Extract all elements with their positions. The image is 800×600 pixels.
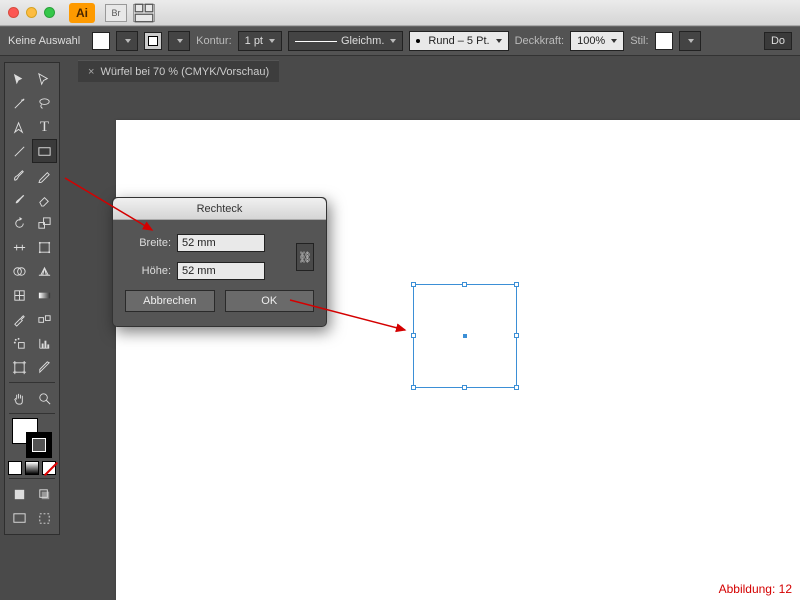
magic-wand-tool[interactable] (7, 91, 32, 115)
symbol-sprayer-tool[interactable] (7, 331, 32, 355)
arrange-docs-icon[interactable] (133, 4, 155, 22)
resize-handle[interactable] (411, 385, 416, 390)
fill-dropdown[interactable] (116, 31, 138, 51)
color-mode-icon[interactable] (8, 461, 22, 475)
stroke-label: Kontur: (196, 35, 231, 47)
lasso-tool[interactable] (32, 91, 57, 115)
pencil-tool[interactable] (32, 163, 57, 187)
eyedropper-tool[interactable] (7, 307, 32, 331)
style-swatch[interactable] (655, 32, 673, 50)
direct-selection-tool[interactable] (32, 67, 57, 91)
artboard-tool[interactable] (7, 355, 32, 379)
rectangle-tool[interactable] (32, 139, 57, 163)
stroke-weight-field[interactable]: 1 pt (238, 31, 282, 51)
mac-menubar: Ai Br (0, 0, 800, 26)
artboard[interactable]: Abbildung: 12 (116, 120, 800, 600)
style-label: Stil: (630, 35, 648, 47)
resize-handle[interactable] (462, 282, 467, 287)
opacity-field[interactable]: 100% (570, 31, 624, 51)
draw-normal-icon[interactable] (7, 482, 32, 506)
resize-handle[interactable] (462, 385, 467, 390)
stroke-weight-value: 1 pt (245, 35, 263, 47)
resize-handle[interactable] (514, 385, 519, 390)
draw-inside-icon[interactable] (32, 506, 57, 530)
resize-handle[interactable] (514, 333, 519, 338)
screen-mode-icon[interactable] (7, 506, 32, 530)
type-tool[interactable]: T (32, 115, 57, 139)
perspective-grid-tool[interactable] (32, 259, 57, 283)
opacity-label: Deckkraft: (515, 35, 565, 47)
height-label: Höhe: (125, 265, 171, 277)
style-dropdown[interactable] (679, 31, 701, 51)
blend-tool[interactable] (32, 307, 57, 331)
none-mode-icon[interactable] (42, 461, 56, 475)
app-badge: Ai (69, 3, 95, 23)
dialog-title: Rechteck (113, 198, 326, 220)
window-traffic-lights (8, 7, 55, 18)
gradient-tool[interactable] (32, 283, 57, 307)
control-bar: Keine Auswahl Kontur: 1 pt Gleichm. Rund… (0, 26, 800, 56)
round-dot-icon (416, 39, 420, 43)
do-button[interactable]: Do (764, 32, 792, 50)
selection-status: Keine Auswahl (8, 35, 80, 47)
shape-builder-tool[interactable] (7, 259, 32, 283)
fill-stroke-control[interactable] (12, 418, 52, 458)
graph-tool[interactable] (32, 331, 57, 355)
ok-button[interactable]: OK (225, 290, 315, 312)
minimize-icon[interactable] (26, 7, 37, 18)
resize-handle[interactable] (514, 282, 519, 287)
rectangle-dialog: Rechteck Breite: Höhe: ⛓ Abbrechen OK (112, 197, 327, 327)
link-dimensions-button[interactable]: ⛓ (296, 243, 314, 271)
tools-panel: T (4, 62, 60, 535)
width-tool[interactable] (7, 235, 32, 259)
width-label: Breite: (125, 237, 171, 249)
document-tab-title: Würfel bei 70 % (CMYK/Vorschau) (100, 66, 269, 78)
figure-caption: Abbildung: 12 (719, 582, 792, 596)
selection-tool[interactable] (7, 67, 32, 91)
pen-tool[interactable] (7, 115, 32, 139)
center-point-icon (463, 334, 467, 338)
slice-tool[interactable] (32, 355, 57, 379)
mesh-tool[interactable] (7, 283, 32, 307)
width-input[interactable] (177, 234, 265, 252)
paintbrush-tool[interactable] (7, 163, 32, 187)
eraser-tool[interactable] (32, 187, 57, 211)
close-tab-icon[interactable]: × (88, 66, 94, 78)
zoom-tool[interactable] (32, 386, 57, 410)
canvas-background: Abbildung: 12 (78, 82, 800, 600)
stroke-dropdown[interactable] (168, 31, 190, 51)
brush-profile-dropdown[interactable]: Rund – 5 Pt. (409, 31, 508, 51)
cancel-button[interactable]: Abbrechen (125, 290, 215, 312)
zoom-icon[interactable] (44, 7, 55, 18)
document-tab[interactable]: × Würfel bei 70 % (CMYK/Vorschau) (78, 60, 279, 82)
draw-behind-icon[interactable] (32, 482, 57, 506)
free-transform-tool[interactable] (32, 235, 57, 259)
height-input[interactable] (177, 262, 265, 280)
dash-style-dropdown[interactable]: Gleichm. (288, 31, 403, 51)
rotate-tool[interactable] (7, 211, 32, 235)
scale-tool[interactable] (32, 211, 57, 235)
fill-swatch[interactable] (92, 32, 110, 50)
resize-handle[interactable] (411, 282, 416, 287)
line-tool[interactable] (7, 139, 32, 163)
stroke-swatch[interactable] (144, 32, 162, 50)
selected-rectangle[interactable] (413, 284, 517, 388)
line-preview-icon (295, 41, 337, 42)
blob-brush-tool[interactable] (7, 187, 32, 211)
hand-tool[interactable] (7, 386, 32, 410)
bridge-icon[interactable]: Br (105, 4, 127, 22)
resize-handle[interactable] (411, 333, 416, 338)
gradient-mode-icon[interactable] (25, 461, 39, 475)
close-icon[interactable] (8, 7, 19, 18)
stroke-color-icon[interactable] (26, 432, 52, 458)
